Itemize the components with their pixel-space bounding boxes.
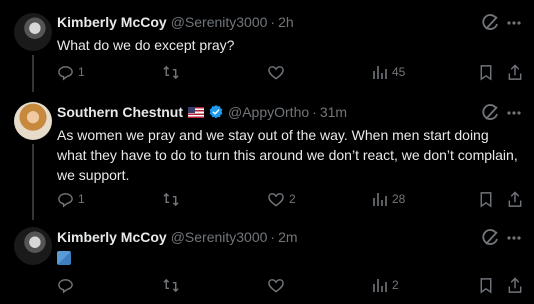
grok-icon[interactable]: [482, 14, 500, 32]
like-count: 2: [289, 192, 296, 206]
views-button[interactable]: 2: [372, 275, 399, 295]
views-button[interactable]: 45: [372, 62, 405, 82]
share-icon: [508, 276, 522, 293]
tweet[interactable]: Kimberly McCoy @Serenity3000 · 2h What d…: [0, 0, 534, 92]
reply-button[interactable]: [57, 275, 74, 295]
views-count: 28: [392, 192, 406, 206]
action-bar: 1 2 28: [57, 189, 527, 209]
reply-icon: [58, 65, 73, 81]
thread-line: [32, 55, 34, 92]
avatar[interactable]: [14, 13, 52, 51]
heart-icon: [268, 192, 284, 207]
views-count: 2: [392, 278, 399, 292]
analytics-icon: [373, 66, 387, 79]
more-icon[interactable]: [507, 21, 521, 25]
tweet[interactable]: Kimberly McCoy @Serenity3000 · 2m 2: [0, 220, 534, 304]
author-handle[interactable]: @Serenity3000: [171, 229, 268, 245]
timestamp[interactable]: 2h: [278, 14, 294, 30]
author-handle[interactable]: @AppyOrtho: [228, 104, 309, 120]
reply-button[interactable]: 1: [57, 189, 85, 209]
more-icon[interactable]: [507, 111, 521, 115]
share-button[interactable]: [507, 275, 523, 295]
retweet-icon: [163, 192, 179, 206]
retweet-button[interactable]: [162, 189, 180, 209]
thread-line: [32, 144, 34, 220]
action-bar: 2: [57, 275, 527, 295]
avatar[interactable]: [14, 102, 52, 140]
heart-icon: [268, 278, 284, 293]
separator: ·: [270, 14, 276, 30]
reply-button[interactable]: 1: [57, 62, 85, 82]
bookmark-button[interactable]: [479, 275, 493, 295]
views-button[interactable]: 28: [372, 189, 405, 209]
bookmark-button[interactable]: [479, 62, 493, 82]
author-name[interactable]: Kimberly McCoy: [57, 229, 167, 245]
avatar[interactable]: [14, 227, 52, 265]
analytics-icon: [373, 279, 387, 292]
reply-icon: [58, 278, 73, 294]
heart-icon: [268, 65, 284, 80]
more-icon[interactable]: [507, 236, 521, 240]
share-icon: [508, 63, 522, 80]
tweet-text: What do we do except pray?: [57, 37, 235, 53]
share-icon: [508, 190, 522, 207]
tweet-header: Southern Chestnut @AppyOrtho · 31m: [57, 102, 347, 122]
author-name[interactable]: Southern Chestnut: [57, 104, 183, 120]
grok-icon[interactable]: [482, 229, 500, 247]
folded-hands-emoji: [57, 251, 71, 265]
separator: ·: [312, 104, 317, 120]
tweet-header: Kimberly McCoy @Serenity3000 · 2h: [57, 12, 294, 32]
share-button[interactable]: [507, 62, 523, 82]
author-handle[interactable]: @Serenity3000: [171, 14, 268, 30]
retweet-icon: [163, 278, 179, 292]
tweet-header: Kimberly McCoy @Serenity3000 · 2m: [57, 227, 298, 247]
retweet-button[interactable]: [162, 62, 180, 82]
author-name[interactable]: Kimberly McCoy: [57, 14, 167, 30]
like-button[interactable]: [267, 62, 285, 82]
analytics-icon: [373, 193, 387, 206]
retweet-icon: [163, 65, 179, 79]
like-button[interactable]: 2: [267, 189, 296, 209]
bookmark-icon: [480, 191, 492, 207]
retweet-button[interactable]: [162, 275, 180, 295]
share-button[interactable]: [507, 189, 523, 209]
action-bar: 1 45: [57, 62, 527, 82]
bookmark-button[interactable]: [479, 189, 493, 209]
bookmark-icon: [480, 64, 492, 80]
reply-count: 1: [78, 192, 85, 206]
reply-count: 1: [78, 65, 85, 79]
tweet-text: [57, 248, 517, 270]
separator: ·: [270, 229, 276, 245]
views-count: 45: [392, 65, 406, 79]
timestamp[interactable]: 2m: [278, 229, 297, 245]
verified-badge-icon[interactable]: [208, 104, 224, 120]
tweet[interactable]: Southern Chestnut @AppyOrtho · 31m As wo…: [0, 92, 534, 220]
like-button[interactable]: [267, 275, 285, 295]
bookmark-icon: [480, 277, 492, 293]
tweet-text: As women we pray and we stay out of the …: [57, 127, 518, 183]
grok-icon[interactable]: [482, 104, 500, 122]
reply-icon: [58, 192, 73, 208]
us-flag-icon: [188, 106, 204, 118]
timestamp[interactable]: 31m: [320, 104, 347, 120]
